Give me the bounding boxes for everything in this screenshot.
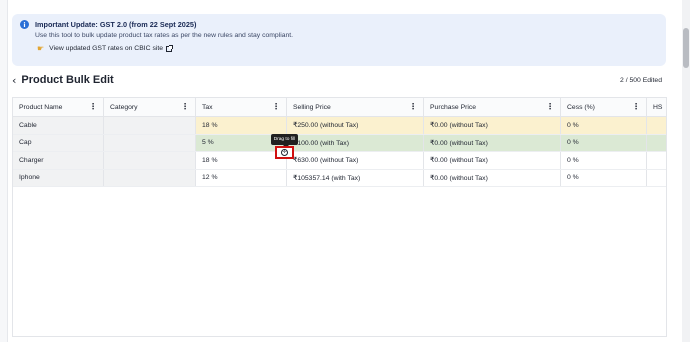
chevron-left-icon[interactable]: ‹ xyxy=(12,75,16,86)
cell-selling-price[interactable]: ₹630.00 (without Tax) xyxy=(287,152,424,169)
kebab-menu-icon[interactable]: ⋮ xyxy=(181,103,189,111)
kebab-menu-icon[interactable]: ⋮ xyxy=(632,103,640,111)
external-link-icon[interactable] xyxy=(166,44,174,52)
cell-product-name: Iphone xyxy=(13,169,104,186)
cell-cess[interactable]: 0 % xyxy=(561,152,647,169)
column-header-product-name[interactable]: Product Name ⋮ xyxy=(13,98,104,116)
cbic-link[interactable]: ☛ View updated GST rates on CBIC site xyxy=(37,44,658,53)
cell-product-name: Cable xyxy=(13,117,104,134)
cell-category[interactable] xyxy=(104,169,196,186)
cell-selling-price[interactable]: ₹100.00 (with Tax) xyxy=(287,134,424,151)
page-header: ‹ Product Bulk Edit 2 / 500 Edited xyxy=(12,72,662,88)
column-header-selling-price[interactable]: Selling Price ⋮ xyxy=(287,98,424,116)
banner-subtitle: Use this tool to bulk update product tax… xyxy=(35,32,294,39)
table-row[interactable]: Charger 18 % ₹630.00 (without Tax) ₹0.00… xyxy=(13,152,666,170)
grid-header-row: Product Name ⋮ Category ⋮ Tax ⋮ Selling Pri… xyxy=(13,98,666,117)
cell-cess[interactable]: 0 % xyxy=(561,134,647,151)
gst-update-banner: i Important Update: GST 2.0 (from 22 Sep… xyxy=(12,14,666,66)
cell-category[interactable] xyxy=(104,152,196,169)
table-row[interactable]: Cable 18 % ₹250.00 (without Tax) ₹0.00 (… xyxy=(13,117,666,135)
table-row[interactable]: Iphone 12 % ₹105357.14 (with Tax) ₹0.00 … xyxy=(13,169,666,187)
drag-to-fill-tooltip: Drag to fill xyxy=(271,134,298,148)
cell-cess[interactable]: 0 % xyxy=(561,169,647,186)
cell-cess[interactable]: 0 % xyxy=(561,117,647,134)
column-header-purchase-price[interactable]: Purchase Price ⋮ xyxy=(424,98,561,116)
column-header-hsn[interactable]: HS xyxy=(647,98,666,116)
cell-tax[interactable]: 18 % xyxy=(196,152,287,169)
cell-purchase-price[interactable]: ₹0.00 (without Tax) xyxy=(424,134,561,151)
cell-hsn[interactable] xyxy=(647,170,666,187)
scrollbar-thumb[interactable] xyxy=(683,28,689,68)
kebab-menu-icon[interactable]: ⋮ xyxy=(89,103,97,111)
page-title: Product Bulk Edit xyxy=(21,74,114,86)
kebab-menu-icon[interactable]: ⋮ xyxy=(546,103,554,111)
kebab-menu-icon[interactable]: ⋮ xyxy=(272,103,280,111)
column-header-category[interactable]: Category ⋮ xyxy=(104,98,196,116)
cell-category[interactable] xyxy=(104,117,196,134)
cell-tax[interactable]: 12 % xyxy=(196,169,287,186)
cell-hsn[interactable] xyxy=(647,152,666,169)
table-row[interactable]: Cap 5 % ₹100.00 (with Tax) ₹0.00 (withou… xyxy=(13,134,666,152)
left-sidebar-edge xyxy=(0,0,8,342)
cell-purchase-price[interactable]: ₹0.00 (without Tax) xyxy=(424,169,561,186)
vertical-scrollbar[interactable] xyxy=(682,0,690,342)
info-icon: i xyxy=(20,20,29,29)
column-header-cess[interactable]: Cess (%) ⋮ xyxy=(561,98,647,116)
cell-purchase-price[interactable]: ₹0.00 (without Tax) xyxy=(424,152,561,169)
cell-product-name: Cap xyxy=(13,134,104,151)
fill-handle[interactable]: ✛ xyxy=(275,146,294,159)
cell-product-name: Charger xyxy=(13,152,104,169)
drag-fill-icon[interactable]: ✛ xyxy=(281,149,288,156)
cell-tax[interactable]: 18 % xyxy=(196,117,287,134)
cell-category[interactable] xyxy=(104,134,196,151)
cell-purchase-price[interactable]: ₹0.00 (without Tax) xyxy=(424,117,561,134)
bulk-edit-grid: Product Name ⋮ Category ⋮ Tax ⋮ Selling Pri… xyxy=(12,97,667,337)
kebab-menu-icon[interactable]: ⋮ xyxy=(409,103,417,111)
cell-hsn[interactable] xyxy=(647,117,666,134)
cell-selling-price[interactable]: ₹250.00 (without Tax) xyxy=(287,117,424,134)
cell-selling-price[interactable]: ₹105357.14 (with Tax) xyxy=(287,169,424,186)
pointing-hand-icon: ☛ xyxy=(37,44,45,53)
edited-count: 2 / 500 Edited xyxy=(620,76,662,84)
banner-title: Important Update: GST 2.0 (from 22 Sept … xyxy=(35,20,197,29)
cbic-link-label[interactable]: View updated GST rates on CBIC site xyxy=(49,45,163,52)
cell-hsn[interactable] xyxy=(647,135,666,152)
column-header-tax[interactable]: Tax ⋮ xyxy=(196,98,287,116)
